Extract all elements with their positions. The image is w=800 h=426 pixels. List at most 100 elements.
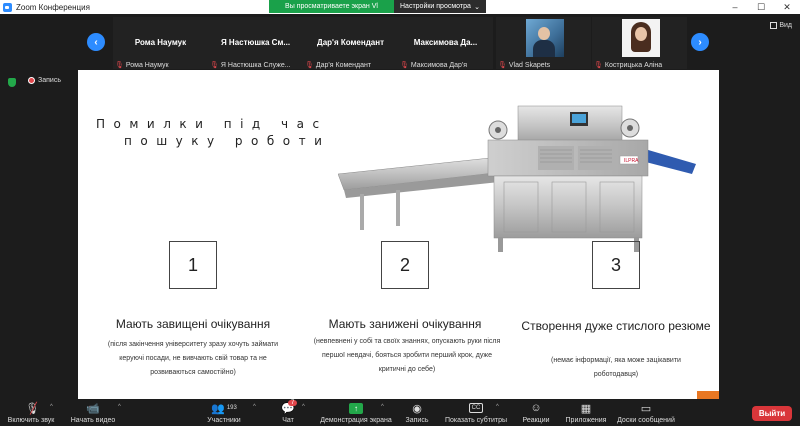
slide-title-line1: Помилки під час bbox=[96, 117, 328, 131]
participant-label: 🎙 Дар'я Комендант bbox=[305, 61, 372, 70]
zoom-app-icon bbox=[3, 2, 12, 12]
share-screen-label: Демонстрация экрана bbox=[320, 417, 392, 424]
participant-label: 🎙 Максимова Дар'я bbox=[400, 61, 468, 70]
show-subtitles-label: Показать субтитры bbox=[444, 417, 508, 424]
item-heading: Створення дуже стислого резюме bbox=[521, 319, 711, 333]
participants-button[interactable]: 👥 193 Участники bbox=[202, 401, 246, 425]
view-options-label: Настройки просмотра bbox=[400, 3, 471, 10]
whiteboards-button[interactable]: ▭ Доски сообщений bbox=[614, 401, 678, 425]
item-number-box: 3 bbox=[592, 241, 640, 289]
record-dot-icon bbox=[28, 77, 35, 84]
participant-label: 🎙 Кострицька Аліна bbox=[594, 61, 662, 70]
participant-name: Рома Наумук bbox=[134, 38, 187, 47]
apps-label: Приложения bbox=[565, 417, 607, 424]
participants-strip: ‹ Рома Наумук 🎙 Рома Наумук Я Настюшка См… bbox=[0, 14, 800, 69]
mic-off-icon: 🎙 bbox=[400, 62, 409, 69]
window-title: Zoom Конференция bbox=[16, 2, 90, 12]
chat-label: Чат bbox=[282, 417, 294, 424]
slide-title-line2: пошуку роботи bbox=[124, 134, 331, 148]
cc-icon: CC bbox=[469, 403, 483, 413]
share-screen-icon: ↑ bbox=[349, 402, 363, 414]
recording-label: Запись bbox=[38, 77, 61, 84]
maximize-button[interactable]: ☐ bbox=[748, 0, 774, 14]
chat-button[interactable]: 💬 7 Чат bbox=[276, 400, 300, 424]
shield-icon[interactable] bbox=[8, 78, 16, 87]
meeting-toolbar: 🎙 ╱ Включить звук ^ 📹 Начать видео ^ 👥 193… bbox=[0, 399, 800, 426]
apps-icon: ▦ bbox=[580, 402, 592, 415]
chat-badge: 7 bbox=[288, 400, 298, 406]
share-banner: Вы просматриваете экран Vl Настройки про… bbox=[269, 0, 486, 13]
item-heading: Мають занижені очікування bbox=[328, 317, 482, 331]
whiteboards-label: Доски сообщений bbox=[617, 417, 675, 424]
close-button[interactable]: ✕ bbox=[774, 0, 800, 14]
prev-page-button[interactable]: ‹ bbox=[87, 33, 105, 51]
record-button[interactable]: ◉ Запись bbox=[400, 401, 434, 425]
participant-label-text: Максимова Дар'я bbox=[410, 61, 468, 69]
video-off-icon: 📹 bbox=[86, 402, 100, 415]
zoom-window: Zoom Конференция – ☐ ✕ Вы просматриваете… bbox=[0, 0, 800, 426]
apps-button[interactable]: ▦ Приложения bbox=[562, 401, 610, 425]
reactions-label: Реакции bbox=[522, 417, 550, 424]
video-options-caret[interactable]: ^ bbox=[118, 404, 121, 410]
start-video-button[interactable]: 📹 Начать видео bbox=[68, 401, 118, 425]
chevron-right-icon: › bbox=[698, 36, 702, 48]
mic-off-icon: 🎙 bbox=[498, 62, 507, 69]
start-video-label: Начать видео bbox=[70, 417, 116, 424]
participant-tile[interactable]: Дар'я Комендант 🎙 Дар'я Комендант bbox=[303, 17, 398, 69]
participant-label-text: Vlad Skapets bbox=[508, 61, 551, 69]
reactions-button[interactable]: ☺ Реакции bbox=[518, 401, 554, 424]
shared-slide: Помилки під час пошуку роботи ILPRA 1 2 … bbox=[78, 70, 719, 399]
participant-video bbox=[526, 19, 564, 57]
reactions-icon: ☺ bbox=[530, 402, 542, 414]
item-description: (немає інформації, яка може зацікавити р… bbox=[551, 357, 681, 378]
unmute-button[interactable]: 🎙 ╱ Включить звук bbox=[6, 401, 56, 425]
slide-title: Помилки під час пошуку роботи bbox=[96, 116, 330, 150]
participants-icon: 👥 193 bbox=[211, 402, 237, 415]
participant-label-text: Дар'я Комендант bbox=[315, 61, 372, 69]
view-toggle-button[interactable]: Вид bbox=[770, 22, 792, 29]
participant-name: Дар'я Комендант bbox=[317, 38, 384, 47]
item-number-box: 1 bbox=[169, 241, 217, 289]
next-page-button[interactable]: › bbox=[691, 33, 709, 51]
view-toggle-label: Вид bbox=[779, 22, 792, 29]
participant-tile[interactable]: Я Настюшка См... 🎙 Я Настюшка Служе... bbox=[208, 17, 303, 69]
participant-label: 🎙 Я Настюшка Служе... bbox=[210, 61, 291, 70]
viewing-screen-status: Вы просматриваете экран Vl bbox=[269, 0, 394, 13]
participant-name: Максимова Да... bbox=[413, 38, 478, 47]
machine-brand-label: ILPRA bbox=[624, 158, 639, 164]
participant-label: 🎙 Vlad Skapets bbox=[498, 61, 551, 70]
participants-options-caret[interactable]: ^ bbox=[253, 404, 256, 410]
record-icon: ◉ bbox=[412, 402, 422, 415]
item-description: (після закінчення університету зразу хоч… bbox=[107, 341, 279, 376]
participant-tile[interactable]: Максимова Да... 🎙 Максимова Дар'я bbox=[398, 17, 493, 69]
minimize-button[interactable]: – bbox=[722, 0, 748, 14]
participants-label: Участники bbox=[207, 417, 241, 424]
participant-label-text: Я Настюшка Служе... bbox=[220, 61, 291, 69]
participant-tile[interactable]: Рома Наумук 🎙 Рома Наумук bbox=[113, 17, 208, 69]
mic-off-icon: 🎙 bbox=[210, 62, 219, 69]
window-controls: – ☐ ✕ bbox=[722, 0, 800, 14]
participant-name: Я Настюшка См... bbox=[220, 38, 291, 47]
grid-view-icon bbox=[770, 22, 778, 29]
participants-count: 193 bbox=[226, 405, 237, 411]
participant-video bbox=[622, 19, 660, 57]
recording-indicator[interactable]: Запись bbox=[28, 77, 61, 84]
mic-off-icon: 🎙 bbox=[115, 62, 124, 69]
chevron-left-icon: ‹ bbox=[94, 36, 98, 48]
subtitles-options-caret[interactable]: ^ bbox=[496, 404, 499, 410]
leave-button[interactable]: Выйти bbox=[752, 406, 792, 421]
view-options-button[interactable]: Настройки просмотра ⌄ bbox=[394, 0, 486, 13]
participant-tile[interactable]: 🎙 Vlad Skapets bbox=[496, 17, 591, 69]
accent-bar bbox=[697, 391, 719, 399]
audio-options-caret[interactable]: ^ bbox=[50, 404, 53, 410]
whiteboard-icon: ▭ bbox=[640, 402, 652, 415]
chat-icon: 💬 7 bbox=[276, 400, 300, 415]
record-label: Запись bbox=[405, 417, 429, 424]
share-options-caret[interactable]: ^ bbox=[381, 404, 384, 410]
item-heading: Мають завищені очікування bbox=[115, 317, 271, 331]
chat-options-caret[interactable]: ^ bbox=[302, 404, 305, 410]
unmute-label: Включить звук bbox=[7, 417, 55, 424]
participant-tile[interactable]: 🎙 Кострицька Аліна bbox=[592, 17, 687, 69]
participant-label: 🎙 Рома Наумук bbox=[115, 61, 169, 70]
item-description: (невпевнені у собі та своїх знаннях, опу… bbox=[313, 338, 501, 373]
